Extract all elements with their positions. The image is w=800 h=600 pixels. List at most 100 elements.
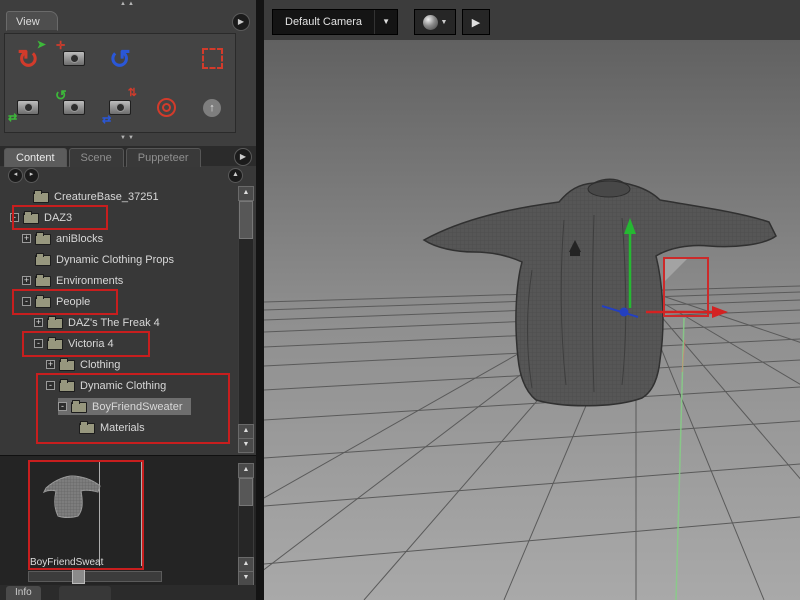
tab-info[interactable]: Info <box>6 586 41 600</box>
folder-icon <box>35 232 51 245</box>
orbit-icon[interactable]: ↻ ➤ <box>5 34 51 83</box>
tree-scroll-spin-up[interactable]: ▲ <box>238 424 254 439</box>
tab-view[interactable]: View <box>6 11 58 31</box>
tree-item[interactable]: + aniBlocks <box>2 228 236 249</box>
scene-3d-view[interactable] <box>264 40 800 600</box>
tree-item-label: Clothing <box>80 358 121 371</box>
tab-scene[interactable]: Scene <box>68 148 124 167</box>
tree-item[interactable]: - People <box>2 291 236 312</box>
rotate-camera-icon[interactable]: ↺ <box>51 83 97 132</box>
aim-target-icon[interactable] <box>143 83 189 132</box>
preview-scrollbar-thumb[interactable] <box>239 478 253 506</box>
expander-icon[interactable]: - <box>10 213 19 222</box>
tree-item-label: Victoria 4 <box>68 337 114 350</box>
tab-content[interactable]: Content <box>4 148 67 167</box>
viewport-canvas <box>264 178 800 600</box>
view-toolbar-panel: ▲▲ View ▶ ↻ ➤ ✛ ↺ ⇄ ↺ ⇅ ⇄ ↑ ▼▼ <box>0 0 256 147</box>
tab-partial[interactable] <box>58 586 111 600</box>
tree-item[interactable]: Materials <box>2 417 236 438</box>
tree-item[interactable]: - Victoria 4 <box>2 333 236 354</box>
gizmo-corner-handle[interactable] <box>664 258 688 282</box>
content-preview-panel: BoyFriendSweat ▲ ▲ ▼ <box>0 455 256 586</box>
content-tree: CreatureBase_37251 - DAZ3 + aniBlocks Dyna… <box>2 186 236 438</box>
forward-button[interactable]: ▸ <box>24 168 39 183</box>
expander-icon[interactable]: + <box>34 318 43 327</box>
tree-item-label: DAZ3 <box>44 211 73 224</box>
folder-icon <box>71 400 87 413</box>
draw-style-button[interactable]: ▼ <box>414 9 456 35</box>
reset-home-icon[interactable]: ↑ <box>189 83 235 132</box>
expander-icon[interactable]: - <box>46 381 55 390</box>
expander-icon[interactable]: - <box>34 339 43 348</box>
folder-icon <box>35 295 51 308</box>
tree-item-label: Environments <box>56 274 124 287</box>
folder-icon <box>59 358 75 371</box>
preview-scroll-up-button[interactable]: ▲ <box>238 463 254 478</box>
tree-item-label: CreatureBase_37251 <box>54 190 159 203</box>
tree-scroll-up-button[interactable]: ▲ <box>238 186 254 201</box>
tree-item-label: Dynamic Clothing <box>80 379 167 392</box>
tree-item-selected[interactable]: - BoyFriendSweater <box>2 396 236 417</box>
up-directory-button[interactable]: ▲ <box>228 168 243 183</box>
chevron-down-icon[interactable]: ▼ <box>374 10 397 34</box>
panel-collapse-handle-bottom[interactable]: ▼▼ <box>106 135 150 141</box>
tab-bar-menu-button[interactable]: ▶ <box>234 148 252 166</box>
back-button[interactable]: ◂ <box>8 168 23 183</box>
side-tab-bar: Content Scene Puppeteer <box>0 146 256 167</box>
expander-icon[interactable]: + <box>22 276 31 285</box>
preview-scroll-spin-up[interactable]: ▲ <box>238 557 254 572</box>
tree-item-label: aniBlocks <box>56 232 104 245</box>
content-thumbnail[interactable] <box>40 470 104 526</box>
sweater-mesh[interactable] <box>422 178 777 407</box>
thumbnail-caption: BoyFriendSweat <box>30 557 104 568</box>
expander-icon[interactable]: - <box>58 402 67 411</box>
tree-item[interactable]: Dynamic Clothing Props <box>2 249 236 270</box>
thumbnail-size-slider[interactable] <box>28 571 162 582</box>
pan-camera-icon[interactable]: ⇅ ⇄ <box>97 83 143 132</box>
folder-icon <box>47 316 63 329</box>
tree-item[interactable]: CreatureBase_37251 <box>2 186 236 207</box>
tree-item-label: Dynamic Clothing Props <box>56 253 174 266</box>
bank-icon[interactable]: ↺ <box>97 34 143 83</box>
panel-menu-button[interactable]: ▶ <box>232 13 250 31</box>
viewport-navigation-icons: ↻ ➤ ✛ ↺ ⇄ ↺ ⇅ ⇄ ↑ <box>4 33 236 133</box>
folder-icon <box>35 253 51 266</box>
folder-icon <box>47 337 63 350</box>
folder-icon <box>23 211 39 224</box>
thumbnail-size-slider-thumb[interactable] <box>72 569 85 584</box>
camera-selector[interactable]: Default Camera ▼ <box>272 9 399 35</box>
tree-item-label: Materials <box>100 421 145 434</box>
dolly-icon[interactable]: ⇄ <box>5 83 51 132</box>
folder-icon <box>35 274 51 287</box>
folder-icon <box>33 190 49 203</box>
panel-collapse-handle[interactable]: ▲▲ <box>106 1 150 7</box>
tree-item[interactable]: + DAZ's The Freak 4 <box>2 312 236 333</box>
content-nav-row: ◂ ▸ ▲ <box>0 166 256 184</box>
tree-item-label: DAZ's The Freak 4 <box>68 316 160 329</box>
viewport-pane: Default Camera ▼ ▼ ▶ <box>264 0 800 600</box>
chevron-down-icon: ▼ <box>440 18 448 26</box>
preview-scroll-down-button[interactable]: ▼ <box>238 571 254 586</box>
tab-puppeteer[interactable]: Puppeteer <box>125 148 201 167</box>
tree-item[interactable]: - Dynamic Clothing <box>2 375 236 396</box>
sphere-icon <box>422 14 438 30</box>
panel-splitter[interactable] <box>256 0 264 600</box>
viewport-options-button[interactable]: ▶ <box>462 9 490 35</box>
tree-item[interactable]: + Clothing <box>2 354 236 375</box>
expander-icon[interactable]: - <box>22 297 31 306</box>
tree-item[interactable]: - DAZ3 <box>2 207 236 228</box>
gizmo-center-handle[interactable] <box>619 307 629 317</box>
expander-icon[interactable]: + <box>22 234 31 243</box>
expander-icon[interactable]: + <box>46 360 55 369</box>
play-arrow-icon: ▶ <box>471 16 481 29</box>
frame-selection-icon[interactable] <box>189 34 235 83</box>
camera-selector-label: Default Camera <box>285 16 363 28</box>
left-panel: ▲▲ View ▶ ↻ ➤ ✛ ↺ ⇄ ↺ ⇅ ⇄ ↑ ▼▼ Content S… <box>0 0 256 600</box>
camera-move-icon[interactable]: ✛ <box>51 34 97 83</box>
tree-scroll-down-button[interactable]: ▼ <box>238 438 254 453</box>
tree-item-label: People <box>56 295 91 308</box>
tree-item[interactable]: + Environments <box>2 270 236 291</box>
preview-cell-divider <box>141 462 142 566</box>
tree-scrollbar-thumb[interactable] <box>239 201 253 239</box>
bottom-tab-bar: Info <box>0 585 256 600</box>
